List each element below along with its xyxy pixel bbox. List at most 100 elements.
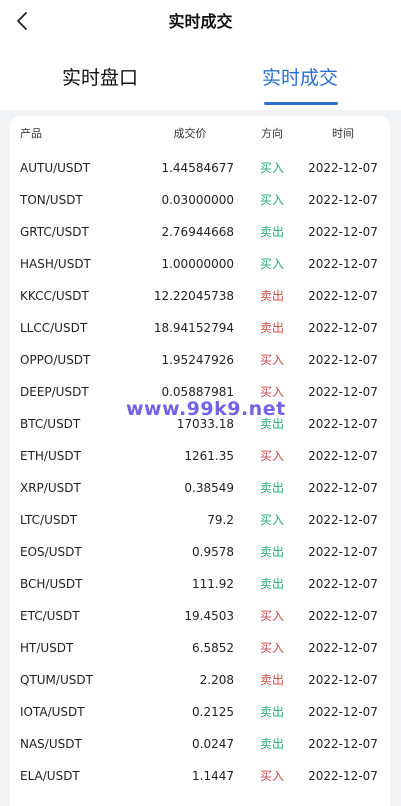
row-direction: 卖出 bbox=[259, 577, 284, 591]
row-time: 2022-12-07 bbox=[308, 385, 378, 399]
column-header-direction: 方向 bbox=[261, 127, 283, 140]
row-time: 2022-12-07 bbox=[308, 417, 378, 431]
row-price: 1.1447 bbox=[192, 769, 234, 783]
row-direction: 买入 bbox=[259, 257, 284, 271]
row-price: 0.2125 bbox=[192, 705, 234, 719]
row-direction: 卖出 bbox=[259, 737, 284, 751]
row-price: 0.9578 bbox=[192, 545, 234, 559]
row-product: ETH/USDT bbox=[20, 449, 81, 463]
row-direction: 买入 bbox=[259, 641, 284, 655]
table-row[interactable]: HT/USDT 6.5852 买入 2022-12-07 bbox=[10, 632, 390, 664]
row-time: 2022-12-07 bbox=[308, 161, 378, 175]
tab-bar: 实时盘口 实时成交 bbox=[0, 44, 401, 110]
tab-order-book[interactable]: 实时盘口 bbox=[40, 62, 160, 94]
row-price: 17033.18 bbox=[176, 417, 234, 431]
row-price: 2.76944668 bbox=[161, 225, 234, 239]
table-row[interactable]: XRP/USDT 0.38549 卖出 2022-12-07 bbox=[10, 472, 390, 504]
row-price: 1261.35 bbox=[184, 449, 234, 463]
row-product: DEEP/USDT bbox=[20, 385, 89, 399]
row-product: XRP/USDT bbox=[20, 481, 81, 495]
row-time: 2022-12-07 bbox=[308, 545, 378, 559]
row-time: 2022-12-07 bbox=[308, 481, 378, 495]
row-product: HASH/USDT bbox=[20, 257, 91, 271]
row-direction: 买入 bbox=[259, 609, 284, 623]
row-time: 2022-12-07 bbox=[308, 737, 378, 751]
row-product: TON/USDT bbox=[20, 193, 83, 207]
table-row[interactable]: NAS/USDT 0.0247 卖出 2022-12-07 bbox=[10, 728, 390, 760]
row-direction: 卖出 bbox=[259, 481, 284, 495]
row-price: 111.92 bbox=[192, 577, 234, 591]
row-time: 2022-12-07 bbox=[308, 289, 378, 303]
row-price: 12.22045738 bbox=[153, 289, 234, 303]
row-product: GRTC/USDT bbox=[20, 225, 89, 239]
row-time: 2022-12-07 bbox=[308, 769, 378, 783]
table-row[interactable]: GRTC/USDT 2.76944668 卖出 2022-12-07 bbox=[10, 216, 390, 248]
row-price: 0.03000000 bbox=[161, 193, 234, 207]
tab-realtime-trades[interactable]: 实时成交 bbox=[240, 62, 360, 94]
row-product: ELA/USDT bbox=[20, 769, 80, 783]
row-price: 1.00000000 bbox=[161, 257, 234, 271]
row-product: BCH/USDT bbox=[20, 577, 83, 591]
row-product: HT/USDT bbox=[20, 641, 74, 655]
column-header-time: 时间 bbox=[332, 127, 354, 140]
row-product: BTC/USDT bbox=[20, 417, 81, 431]
row-time: 2022-12-07 bbox=[308, 513, 378, 527]
row-price: 0.05887981 bbox=[161, 385, 234, 399]
row-direction: 卖出 bbox=[259, 417, 284, 431]
row-direction: 卖出 bbox=[259, 545, 284, 559]
row-direction: 买入 bbox=[259, 353, 284, 367]
table-row[interactable]: EOS/USDT 0.9578 卖出 2022-12-07 bbox=[10, 536, 390, 568]
column-header-price: 成交价 bbox=[173, 127, 207, 140]
table-row[interactable]: HASH/USDT 1.00000000 买入 2022-12-07 bbox=[10, 248, 390, 280]
table-row[interactable]: KKCC/USDT 12.22045738 卖出 2022-12-07 bbox=[10, 280, 390, 312]
row-direction: 卖出 bbox=[259, 705, 284, 719]
table-row[interactable]: AUTU/USDT 1.44584677 买入 2022-12-07 bbox=[10, 152, 390, 184]
row-time: 2022-12-07 bbox=[308, 449, 378, 463]
table-row[interactable]: OPPO/USDT 1.95247926 买入 2022-12-07 bbox=[10, 344, 390, 376]
table-row[interactable]: ETC/USDT 19.4503 买入 2022-12-07 bbox=[10, 600, 390, 632]
row-price: 19.4503 bbox=[184, 609, 234, 623]
row-direction: 卖出 bbox=[259, 321, 284, 335]
row-direction: 买入 bbox=[259, 193, 284, 207]
row-product: AUTU/USDT bbox=[20, 161, 91, 175]
row-direction: 买入 bbox=[259, 513, 284, 527]
row-product: KKCC/USDT bbox=[20, 289, 89, 303]
page-title: 实时成交 bbox=[168, 12, 233, 31]
row-time: 2022-12-07 bbox=[308, 705, 378, 719]
row-product: IOTA/USDT bbox=[20, 705, 85, 719]
row-price: 6.5852 bbox=[192, 641, 234, 655]
row-price: 1.44584677 bbox=[161, 161, 234, 175]
table-row[interactable]: ELA/USDT 1.1447 买入 2022-12-07 bbox=[10, 760, 390, 792]
table-row[interactable]: IOTA/USDT 0.2125 卖出 2022-12-07 bbox=[10, 696, 390, 728]
trades-table: 产品 成交价 方向 时间 AUTU/USDT 1.44584677 买入 2022-1… bbox=[10, 116, 390, 806]
row-direction: 买入 bbox=[259, 385, 284, 399]
row-time: 2022-12-07 bbox=[308, 609, 378, 623]
table-row[interactable]: BTC/USDT 17033.18 卖出 2022-12-07 bbox=[10, 408, 390, 440]
row-time: 2022-12-07 bbox=[308, 673, 378, 687]
row-product: NAS/USDT bbox=[20, 737, 82, 751]
table-row[interactable]: LTC/USDT 79.2 买入 2022-12-07 bbox=[10, 504, 390, 536]
row-direction: 买入 bbox=[259, 161, 284, 175]
table-row[interactable]: LLCC/USDT 18.94152794 卖出 2022-12-07 bbox=[10, 312, 390, 344]
table-row[interactable]: DEEP/USDT 0.05887981 买入 2022-12-07 bbox=[10, 376, 390, 408]
row-direction: 卖出 bbox=[259, 673, 284, 687]
row-product: OPPO/USDT bbox=[20, 353, 91, 367]
row-price: 0.38549 bbox=[184, 481, 234, 495]
column-header-product: 产品 bbox=[20, 127, 42, 140]
row-product: QTUM/USDT bbox=[20, 673, 93, 687]
table-row[interactable]: QTUM/USDT 2.208 卖出 2022-12-07 bbox=[10, 664, 390, 696]
row-price: 2.208 bbox=[199, 673, 234, 687]
table-row[interactable]: BCH/USDT 111.92 卖出 2022-12-07 bbox=[10, 568, 390, 600]
table-header: 产品 成交价 方向 时间 bbox=[10, 118, 390, 150]
row-product: LTC/USDT bbox=[20, 513, 78, 527]
row-direction: 卖出 bbox=[259, 289, 284, 303]
row-price: 18.94152794 bbox=[153, 321, 234, 335]
row-time: 2022-12-07 bbox=[308, 193, 378, 207]
table-row[interactable]: ETH/USDT 1261.35 买入 2022-12-07 bbox=[10, 440, 390, 472]
row-direction: 买入 bbox=[259, 769, 284, 783]
row-direction: 买入 bbox=[259, 449, 284, 463]
row-time: 2022-12-07 bbox=[308, 353, 378, 367]
row-product: EOS/USDT bbox=[20, 545, 82, 559]
active-tab-indicator bbox=[264, 102, 338, 105]
table-row[interactable]: TON/USDT 0.03000000 买入 2022-12-07 bbox=[10, 184, 390, 216]
